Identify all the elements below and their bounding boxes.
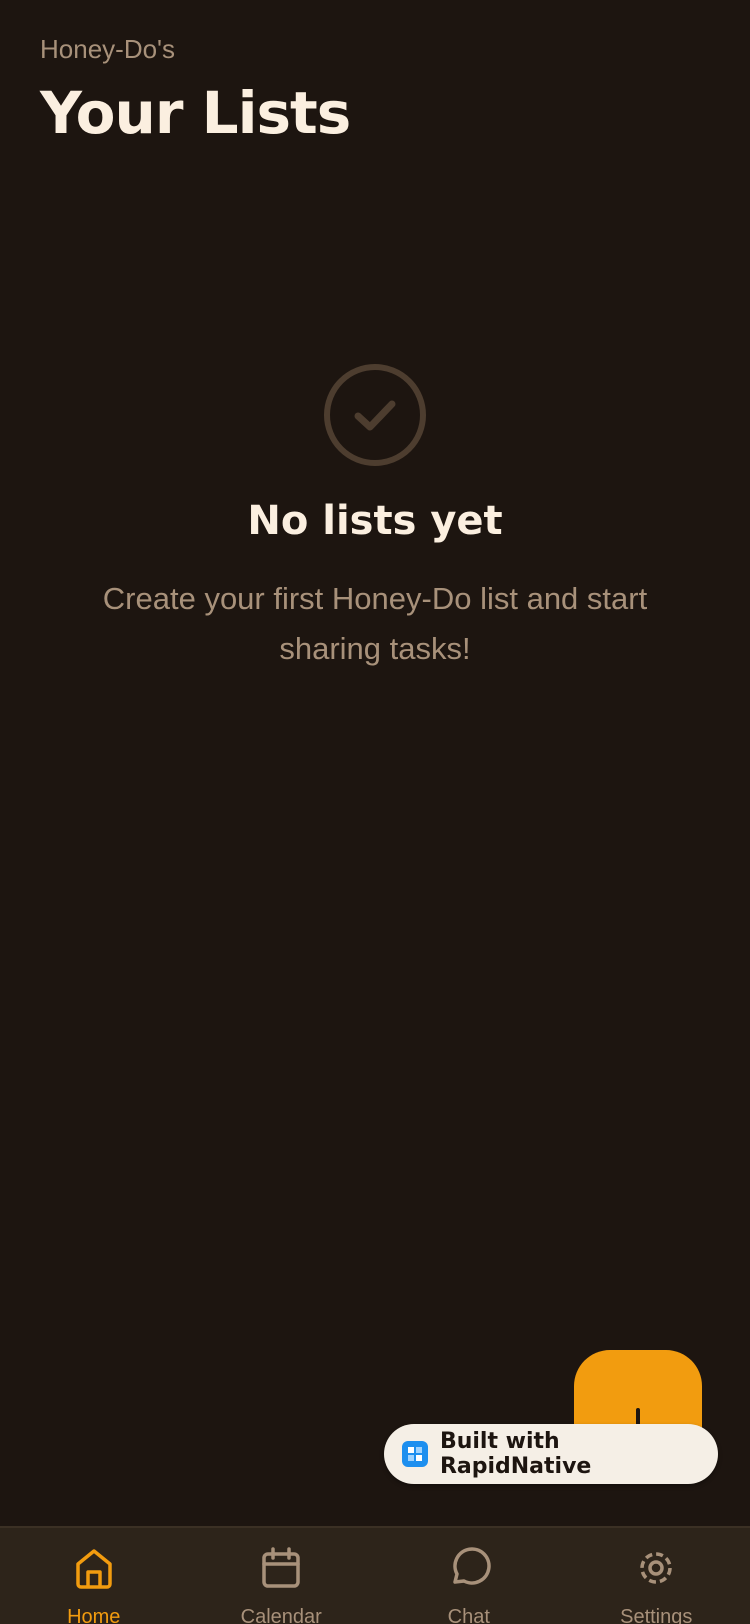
empty-state: No lists yet Create your first Honey-Do … [0, 362, 750, 674]
gear-icon [640, 1552, 672, 1584]
check-circle-icon [324, 364, 426, 466]
bottom-tab-bar: Home Calendar Chat Settings [0, 1526, 750, 1624]
empty-state-title: No lists yet [247, 498, 503, 544]
chat-bubble-icon [453, 1547, 491, 1585]
tab-calendar[interactable]: Calendar [188, 1528, 376, 1624]
tab-label: Chat [447, 1606, 490, 1624]
home-screen: Honey-Do's Your Lists No lists yet Creat… [0, 0, 750, 1624]
built-with-text: Built with RapidNative [439, 1429, 592, 1479]
home-icon [76, 1549, 112, 1589]
header: Honey-Do's Your Lists [40, 34, 351, 147]
tab-label: Calendar [240, 1606, 322, 1624]
built-with-badge[interactable]: Built with RapidNative [384, 1424, 718, 1484]
rapidnative-logo-icon [402, 1441, 428, 1467]
calendar-icon [262, 1547, 300, 1588]
tab-settings[interactable]: Settings [563, 1528, 750, 1624]
app-name: Honey-Do's [40, 34, 176, 64]
page-title: Your Lists [40, 79, 351, 147]
tab-label: Home [67, 1606, 121, 1624]
tab-label: Settings [620, 1606, 693, 1624]
tab-chat[interactable]: Chat [375, 1528, 563, 1624]
empty-state-subtitle: Create your first Honey-Do list and star… [102, 581, 648, 666]
tab-home[interactable]: Home [0, 1528, 188, 1624]
